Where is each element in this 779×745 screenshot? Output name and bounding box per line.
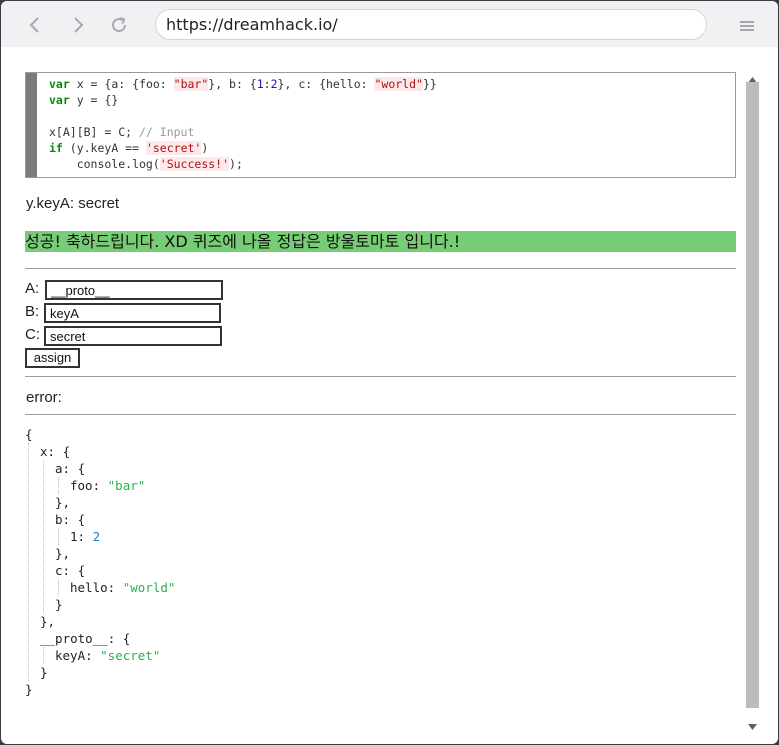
url-text[interactable]: https://dreamhack.io/ — [166, 15, 338, 34]
error-label: error: — [26, 389, 62, 406]
json-line: keyA: "secret" — [25, 647, 175, 664]
field-b-label: B: — [25, 303, 40, 320]
json-key: x: { — [40, 444, 71, 459]
json-line: x: { — [25, 443, 175, 460]
json-line: } — [25, 664, 175, 681]
code-token: ); — [229, 157, 243, 171]
code-number: 2 — [270, 77, 278, 91]
field-a-row: A: — [25, 280, 225, 302]
json-line: __proto__: { — [25, 630, 175, 647]
assign-button[interactable]: assign — [25, 348, 80, 368]
json-token: } — [40, 665, 48, 680]
json-token: { — [25, 427, 33, 442]
browser-toolbar: https://dreamhack.io/ — [1, 1, 778, 47]
code-token: }, b: { — [208, 77, 257, 91]
json-key: b: { — [55, 512, 86, 527]
json-token: } — [55, 597, 63, 612]
json-token: }, — [55, 495, 71, 510]
json-key: a: { — [55, 461, 86, 476]
field-a-label: A: — [25, 280, 40, 297]
vertical-scrollbar[interactable] — [745, 64, 760, 730]
json-line: }, — [25, 545, 175, 562]
json-token: } — [25, 682, 33, 697]
code-token: (y.keyA == — [62, 141, 146, 155]
back-arrow-icon[interactable] — [22, 12, 48, 38]
code-block-bar — [26, 73, 37, 177]
page-content: var x = {a: {foo: "bar"}, b: {1:2}, c: {… — [25, 64, 736, 726]
json-string: "bar" — [107, 478, 146, 493]
json-line: hello: "world" — [25, 579, 175, 596]
json-line: c: { — [25, 562, 175, 579]
code-token: : — [263, 77, 271, 91]
ykey-output: y.keyA: secret — [26, 195, 120, 212]
json-key: foo: — [70, 478, 108, 493]
field-c-input[interactable] — [44, 326, 222, 346]
code-token: console.log( — [49, 157, 160, 171]
json-string: "secret" — [100, 648, 161, 663]
address-bar[interactable]: https://dreamhack.io/ — [155, 9, 707, 40]
json-line: }, — [25, 494, 175, 511]
field-b-row: B: — [25, 303, 225, 325]
field-c-row: C: — [25, 326, 225, 348]
code-text: var x = {a: {foo: "bar"}, b: {1:2}, c: {… — [49, 76, 437, 172]
code-comment: // Input — [139, 125, 195, 139]
json-line: a: { — [25, 460, 175, 477]
code-token: x = {a: {foo: — [69, 77, 174, 91]
field-b-input[interactable] — [44, 303, 221, 323]
json-number: 2 — [92, 529, 101, 544]
code-keyword: var — [49, 93, 70, 107]
json-line: { — [25, 426, 175, 443]
code-token: y = {} — [69, 93, 119, 107]
json-line: foo: "bar" — [25, 477, 175, 494]
code-token: }} — [422, 77, 437, 91]
json-key: __proto__: { — [40, 631, 131, 646]
json-line: } — [25, 681, 175, 698]
scroll-down-icon[interactable] — [748, 715, 757, 734]
json-token: }, — [55, 546, 71, 561]
json-line: b: { — [25, 511, 175, 528]
json-line: 1: 2 — [25, 528, 175, 545]
code-string: "world" — [374, 77, 423, 91]
code-token: }, c: {hello: — [277, 77, 375, 91]
code-keyword: var — [49, 77, 70, 91]
json-key: 1: — [70, 529, 93, 544]
browser-window: https://dreamhack.io/ var x = {a: {foo: … — [1, 1, 778, 744]
json-key: c: { — [55, 563, 86, 578]
reload-icon[interactable] — [106, 12, 132, 38]
json-line: } — [25, 596, 175, 613]
json-key: keyA: — [55, 648, 101, 663]
code-number: 1 — [256, 77, 264, 91]
field-a-input[interactable] — [45, 280, 223, 300]
json-line: }, — [25, 613, 175, 630]
forward-arrow-icon[interactable] — [65, 12, 91, 38]
divider — [25, 414, 736, 415]
json-string: "world" — [122, 580, 176, 595]
code-string: 'secret' — [145, 141, 202, 155]
json-viewer: { x: { a: { foo: "bar" }, b: { 1: 2 }, c… — [25, 426, 175, 698]
code-block: var x = {a: {foo: "bar"}, b: {1:2}, c: {… — [25, 72, 736, 178]
hamburger-menu-icon[interactable] — [740, 17, 754, 36]
divider — [25, 268, 736, 269]
code-keyword: if — [49, 141, 63, 155]
code-token: x[A][B] = C; — [49, 125, 140, 139]
scrollbar-thumb[interactable] — [746, 82, 759, 708]
json-key: hello: — [70, 580, 123, 595]
json-token: }, — [40, 614, 56, 629]
code-token: ) — [201, 141, 209, 155]
success-banner: 성공! 축하드립니다. XD 퀴즈에 나올 정답은 방울토마토 입니다.! — [25, 231, 736, 252]
divider — [25, 376, 736, 377]
code-string: 'Success!' — [159, 157, 230, 171]
field-c-label: C: — [25, 326, 40, 343]
code-string: "bar" — [173, 77, 209, 91]
